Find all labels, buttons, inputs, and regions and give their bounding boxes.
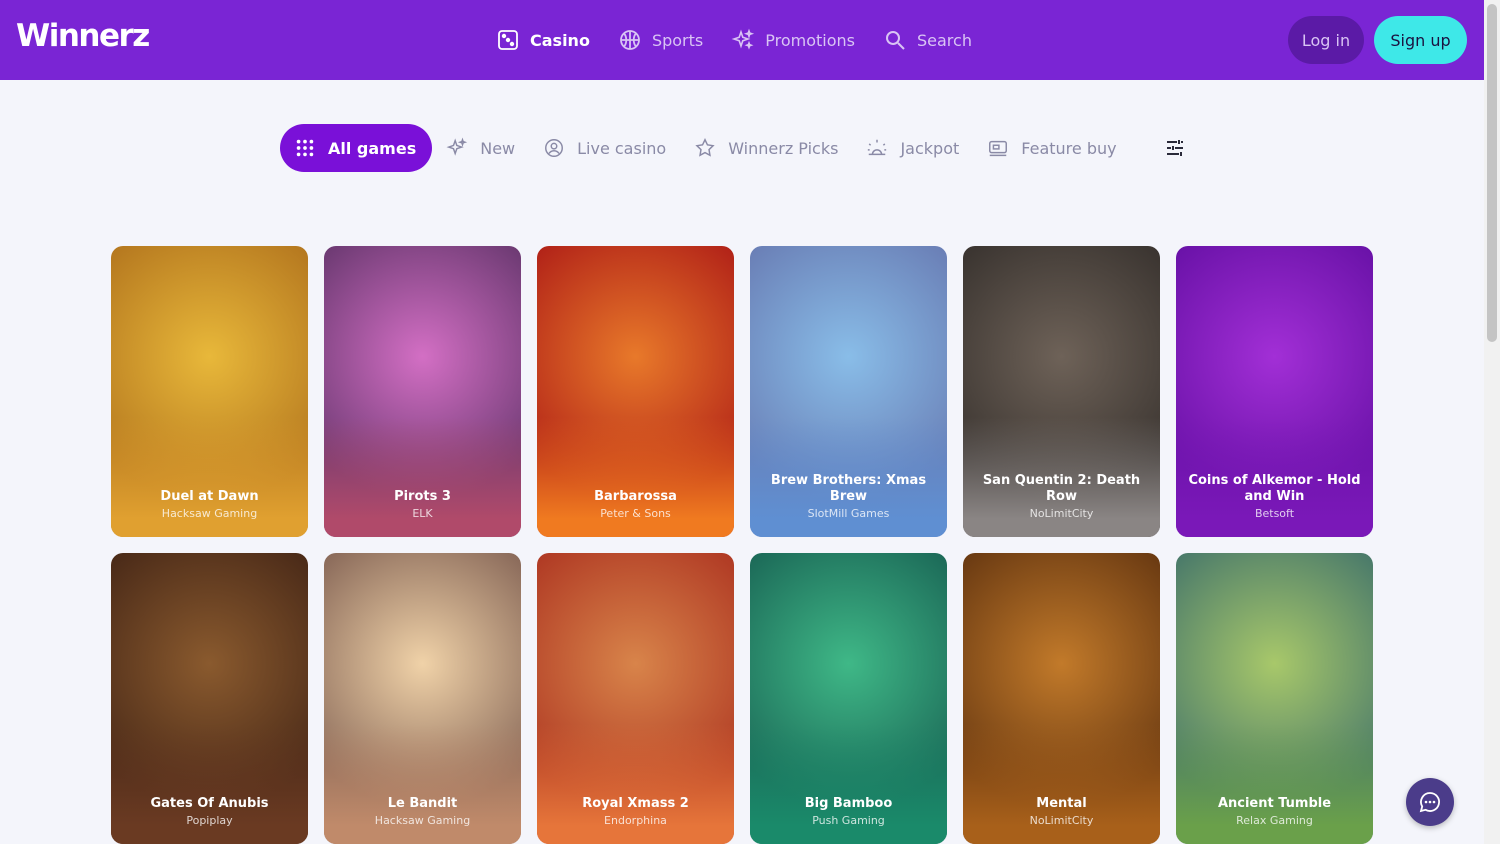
category-feature-buy-label: Feature buy [1021,138,1117,158]
game-card[interactable]: Brew Brothers: Xmas Brew SlotMill Games [750,246,947,537]
game-card[interactable]: Gates Of Anubis Popiplay [111,553,308,844]
game-provider: NoLimitCity [1029,507,1094,520]
nav-casino-label: Casino [530,30,590,50]
winnerz-logo[interactable]: Winnerz [16,14,150,58]
game-card[interactable]: Mental NoLimitCity [963,553,1160,844]
game-card[interactable]: Le Bandit Hacksaw Gaming [324,553,521,844]
category-feature-buy[interactable]: Feature buy [987,124,1117,172]
game-title: Brew Brothers: Xmas Brew [770,473,927,504]
category-live-casino[interactable]: Live casino [543,124,666,172]
game-provider: Hacksaw Gaming [161,507,258,520]
chat-button[interactable] [1406,778,1454,826]
category-new-label: New [480,138,516,158]
category-new[interactable]: New [446,124,515,172]
game-provider: SlotMill Games [807,507,890,520]
game-provider: Endorphina [604,814,667,827]
page-scrollbar[interactable] [1484,0,1500,844]
category-winnerz-picks[interactable]: Winnerz Picks [694,124,838,172]
game-title: Le Bandit [387,796,458,811]
nav-search[interactable]: Search [883,28,972,52]
game-provider: Peter & Sons [600,507,671,520]
game-title: Duel at Dawn [160,489,259,504]
game-card[interactable]: Big Bamboo Push Gaming [750,553,947,844]
category-jackpot-label: Jackpot [900,138,960,158]
nav-promotions-label: Promotions [765,30,855,50]
nav-casino[interactable]: Casino [496,28,590,52]
login-button[interactable]: Log in [1288,16,1364,64]
top-header: Winnerz Casino Sports Promotions Search … [0,0,1484,80]
logo-text: Winnerz [16,18,150,54]
game-title: Mental [1036,796,1087,811]
filter-button[interactable] [1163,136,1187,160]
game-provider: NoLimitCity [1029,814,1094,827]
game-provider: Hacksaw Gaming [374,814,471,827]
game-card[interactable]: San Quentin 2: Death Row NoLimitCity [963,246,1160,537]
game-provider: Betsoft [1254,507,1295,520]
nav-promotions[interactable]: Promotions [731,28,855,52]
sparkles-icon [446,137,468,156]
category-jackpot[interactable]: Jackpot [866,124,959,172]
game-card[interactable]: Pirots 3 ELK [324,246,521,537]
ticket-icon [989,140,1008,157]
game-title: San Quentin 2: Death Row [982,473,1141,504]
category-all-games-label: All games [328,138,417,158]
game-title: Coins of Alkemor - Hold and Win [1188,473,1361,504]
game-card[interactable]: Duel at Dawn Hacksaw Gaming [111,246,308,537]
star-icon [695,138,715,157]
game-card[interactable]: Coins of Alkemor - Hold and Win Betsoft [1176,246,1373,537]
game-title: Ancient Tumble [1217,796,1332,811]
game-provider: Popiplay [186,814,233,827]
dice-icon [498,30,518,50]
game-title: Pirots 3 [394,489,451,504]
game-title: Royal Xmass 2 [582,796,689,811]
game-title: Big Bamboo [804,796,893,811]
games-grid: Duel at Dawn Hacksaw Gaming Pirots 3 ELK… [111,246,1373,844]
category-winnerz-picks-label: Winnerz Picks [728,138,839,158]
signup-button[interactable]: Sign up [1374,16,1467,64]
game-provider: ELK [412,507,433,520]
grid-dots-icon [296,139,314,157]
sparkles-icon [731,28,755,50]
chat-bubble-icon [1419,792,1440,813]
nav-sports[interactable]: Sports [618,28,703,52]
category-live-casino-label: Live casino [577,138,667,158]
game-card[interactable]: Ancient Tumble Relax Gaming [1176,553,1373,844]
game-title: Barbarossa [594,489,677,504]
nav-search-label: Search [916,30,972,50]
sliders-icon [1167,140,1183,156]
scrollbar-thumb[interactable] [1487,4,1497,342]
sunrise-icon [868,139,887,156]
main-nav: Casino Sports Promotions Search [496,22,1000,58]
game-provider: Relax Gaming [1236,814,1313,827]
nav-sports-label: Sports [651,30,704,50]
game-card[interactable]: Barbarossa Peter & Sons [537,246,734,537]
search-icon [885,31,905,50]
game-provider: Push Gaming [812,814,885,827]
game-title: Gates Of Anubis [150,796,269,811]
basketball-icon [620,30,640,50]
user-circle-icon [545,139,564,157]
game-card[interactable]: Royal Xmass 2 Endorphina [537,553,734,844]
category-bar: All games New Live casino Winnerz Picks … [280,124,1145,172]
category-all-games[interactable]: All games [280,124,433,172]
